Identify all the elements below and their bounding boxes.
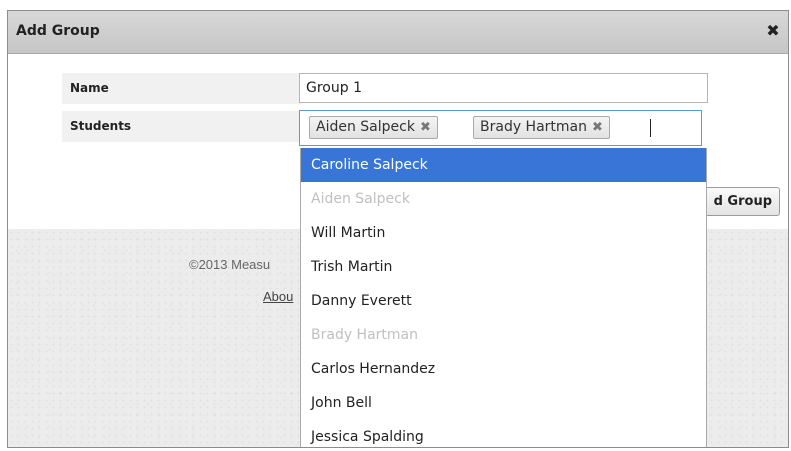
dropdown-option[interactable]: Jessica Spalding xyxy=(301,420,706,447)
name-label: Name xyxy=(62,73,302,104)
student-tag-label: Brady Hartman xyxy=(480,119,588,135)
dropdown-option[interactable]: Will Martin xyxy=(301,216,706,250)
dialog-titlebar: Add Group ✖ xyxy=(8,11,788,54)
remove-tag-icon[interactable]: ✖ xyxy=(420,120,431,135)
text-cursor xyxy=(650,119,651,137)
close-icon[interactable]: ✖ xyxy=(764,22,782,40)
students-label: Students xyxy=(62,111,302,142)
name-input[interactable]: Group 1 xyxy=(299,73,708,103)
dropdown-option: Brady Hartman xyxy=(311,327,419,343)
dropdown-option[interactable]: Carlos Hernandez xyxy=(301,352,706,386)
about-link[interactable]: Abou xyxy=(263,289,293,304)
dropdown-option[interactable]: Trish Martin xyxy=(301,250,706,284)
dropdown-option: Aiden Salpeck xyxy=(311,191,410,207)
dropdown-option[interactable]: John Bell xyxy=(301,386,706,420)
student-tag: Brady Hartman ✖ xyxy=(473,116,610,139)
dropdown-option[interactable]: Caroline Salpeck xyxy=(301,148,706,182)
students-multiselect[interactable]: Aiden Salpeck ✖ Brady Hartman ✖ xyxy=(299,110,702,146)
copyright-text: ©2013 Measu xyxy=(189,257,271,272)
add-group-dialog: Add Group ✖ Name Group 1 Students Aiden … xyxy=(7,10,789,448)
student-tag-label: Aiden Salpeck xyxy=(316,119,415,135)
student-tag: Aiden Salpeck ✖ xyxy=(309,116,438,139)
dropdown-option[interactable]: Danny Everett xyxy=(301,284,706,318)
students-dropdown: Caroline Salpeck Aiden Salpeck Will Mart… xyxy=(300,148,707,447)
remove-tag-icon[interactable]: ✖ xyxy=(592,120,603,135)
dialog-title: Add Group xyxy=(16,23,100,39)
